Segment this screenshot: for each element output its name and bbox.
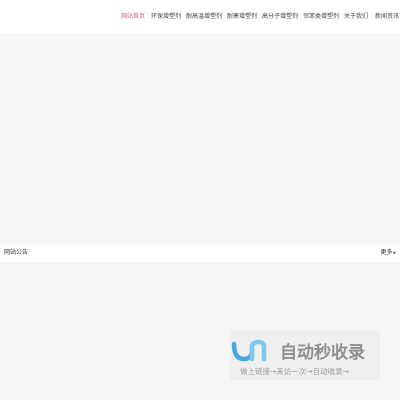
- watermark-logo: 自动秒收录 做上链接→来访一次→自动收录→: [230, 330, 380, 380]
- jr-logo-icon: [231, 339, 267, 362]
- banner-area: [0, 33, 400, 245]
- nav-item-heat-resistant-plasticizer[interactable]: 耐高温增塑剂: [186, 12, 222, 22]
- more-label: 更多: [380, 250, 393, 256]
- header: 网站首页 环保增塑剂 耐高温增塑剂 耐寒增塑剂 高分子增塑剂 邻苯类增塑剂 关于…: [0, 0, 400, 33]
- watermark-title: 自动秒收录: [280, 342, 365, 363]
- notice-title: 网站公告: [4, 250, 29, 256]
- watermark-graphic: 自动秒收录 做上链接→来访一次→自动收录→: [231, 339, 365, 376]
- more-link[interactable]: 更多▸: [380, 249, 396, 258]
- nav-item-phthalate-plasticizer[interactable]: 邻苯类增塑剂: [303, 12, 339, 22]
- nav-item-about-us[interactable]: 关于我们: [344, 12, 368, 22]
- notice-bar: 网站公告 更多▸: [0, 245, 400, 262]
- watermark-subtitle: 做上链接→来访一次→自动收录→: [240, 366, 349, 376]
- nav-item-cold-resistant-plasticizer[interactable]: 耐寒增塑剂: [227, 12, 257, 22]
- nav-item-news[interactable]: 新闻资讯: [375, 12, 399, 22]
- chevron-right-icon: ▸: [393, 250, 396, 256]
- nav-item-eco-plasticizer[interactable]: 环保增塑剂: [151, 12, 181, 22]
- nav-item-polymer-plasticizer[interactable]: 高分子增塑剂: [262, 12, 298, 22]
- nav-item-home[interactable]: 网站首页: [121, 12, 145, 22]
- main-nav: 网站首页 环保增塑剂 耐高温增塑剂 耐寒增塑剂 高分子增塑剂 邻苯类增塑剂 关于…: [0, 12, 400, 22]
